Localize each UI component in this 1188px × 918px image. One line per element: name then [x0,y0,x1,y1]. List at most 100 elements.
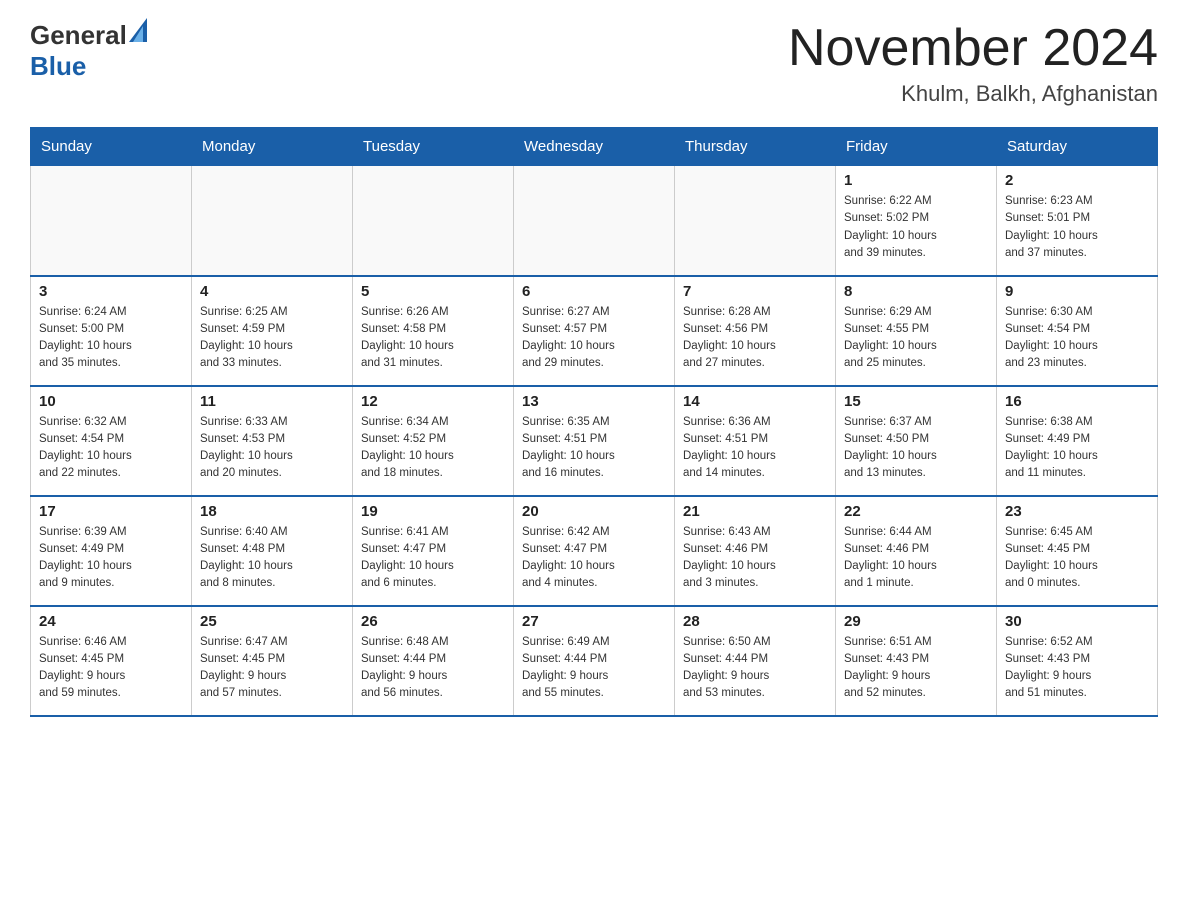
day-of-week-header: Monday [192,128,353,166]
day-of-week-header: Thursday [675,128,836,166]
day-info: Sunrise: 6:26 AM Sunset: 4:58 PM Dayligh… [361,304,505,373]
day-info: Sunrise: 6:51 AM Sunset: 4:43 PM Dayligh… [844,634,988,703]
day-number: 16 [1005,393,1149,410]
calendar-cell: 26Sunrise: 6:48 AM Sunset: 4:44 PM Dayli… [353,606,514,716]
day-info: Sunrise: 6:52 AM Sunset: 4:43 PM Dayligh… [1005,634,1149,703]
day-number: 28 [683,613,827,630]
day-info: Sunrise: 6:35 AM Sunset: 4:51 PM Dayligh… [522,414,666,483]
day-number: 10 [39,393,183,410]
calendar-cell [514,166,675,276]
day-number: 23 [1005,503,1149,520]
day-info: Sunrise: 6:50 AM Sunset: 4:44 PM Dayligh… [683,634,827,703]
calendar-cell: 18 Sunrise: 6:40 AM Sunset: 4:48 PM Dayli… [192,496,353,606]
calendar-week-row: 1Sunrise: 6:22 AM Sunset: 5:02 PM Daylig… [31,166,1158,276]
day-info: Sunrise: 6:42 AM Sunset: 4:47 PM Dayligh… [522,524,666,593]
day-number: 9 [1005,283,1149,300]
calendar-cell: 2 Sunrise: 6:23 AM Sunset: 5:01 PM Daylig… [997,166,1158,276]
day-number: 5 [361,283,505,300]
day-info: Sunrise: 6:40 AM Sunset: 4:48 PM Dayligh… [200,524,344,593]
calendar-cell: 27Sunrise: 6:49 AM Sunset: 4:44 PM Dayli… [514,606,675,716]
calendar-week-row: 3 Sunrise: 6:24 AM Sunset: 5:00 PM Daylig… [31,276,1158,386]
day-info: Sunrise: 6:25 AM Sunset: 4:59 PM Dayligh… [200,304,344,373]
calendar-cell: 6Sunrise: 6:27 AM Sunset: 4:57 PM Daylig… [514,276,675,386]
month-title: November 2024 [788,20,1158,77]
logo-general-text: General [30,20,127,50]
day-info: Sunrise: 6:23 AM Sunset: 5:01 PM Dayligh… [1005,193,1149,262]
calendar-week-row: 24 Sunrise: 6:46 AM Sunset: 4:45 PM Dayli… [31,606,1158,716]
logo-blue-text: Blue [30,51,86,81]
day-number: 13 [522,393,666,410]
day-number: 2 [1005,172,1149,189]
calendar-cell: 21 Sunrise: 6:43 AM Sunset: 4:46 PM Dayli… [675,496,836,606]
calendar-cell: 30 Sunrise: 6:52 AM Sunset: 4:43 PM Dayli… [997,606,1158,716]
day-number: 15 [844,393,988,410]
day-number: 12 [361,393,505,410]
calendar-cell: 8 Sunrise: 6:29 AM Sunset: 4:55 PM Daylig… [836,276,997,386]
day-number: 29 [844,613,988,630]
day-info: Sunrise: 6:36 AM Sunset: 4:51 PM Dayligh… [683,414,827,483]
day-info: Sunrise: 6:27 AM Sunset: 4:57 PM Dayligh… [522,304,666,373]
day-info: Sunrise: 6:44 AM Sunset: 4:46 PM Dayligh… [844,524,988,593]
calendar-cell [192,166,353,276]
day-info: Sunrise: 6:37 AM Sunset: 4:50 PM Dayligh… [844,414,988,483]
day-info: Sunrise: 6:28 AM Sunset: 4:56 PM Dayligh… [683,304,827,373]
day-number: 22 [844,503,988,520]
day-number: 19 [361,503,505,520]
day-info: Sunrise: 6:46 AM Sunset: 4:45 PM Dayligh… [39,634,183,703]
calendar-header-row: SundayMondayTuesdayWednesdayThursdayFrid… [31,128,1158,166]
day-of-week-header: Wednesday [514,128,675,166]
day-of-week-header: Saturday [997,128,1158,166]
day-info: Sunrise: 6:38 AM Sunset: 4:49 PM Dayligh… [1005,414,1149,483]
calendar-cell: 19 Sunrise: 6:41 AM Sunset: 4:47 PM Dayli… [353,496,514,606]
day-of-week-header: Tuesday [353,128,514,166]
day-info: Sunrise: 6:24 AM Sunset: 5:00 PM Dayligh… [39,304,183,373]
calendar-cell: 15 Sunrise: 6:37 AM Sunset: 4:50 PM Dayli… [836,386,997,496]
day-info: Sunrise: 6:47 AM Sunset: 4:45 PM Dayligh… [200,634,344,703]
day-info: Sunrise: 6:30 AM Sunset: 4:54 PM Dayligh… [1005,304,1149,373]
calendar-cell: 14 Sunrise: 6:36 AM Sunset: 4:51 PM Dayli… [675,386,836,496]
calendar-cell [353,166,514,276]
page-header: General Blue November 2024 Khulm, Balkh,… [30,20,1158,107]
day-info: Sunrise: 6:48 AM Sunset: 4:44 PM Dayligh… [361,634,505,703]
calendar-week-row: 10Sunrise: 6:32 AM Sunset: 4:54 PM Dayli… [31,386,1158,496]
day-number: 27 [522,613,666,630]
calendar-cell: 1Sunrise: 6:22 AM Sunset: 5:02 PM Daylig… [836,166,997,276]
day-of-week-header: Sunday [31,128,192,166]
day-number: 14 [683,393,827,410]
day-info: Sunrise: 6:45 AM Sunset: 4:45 PM Dayligh… [1005,524,1149,593]
calendar-cell [31,166,192,276]
day-number: 11 [200,393,344,410]
calendar-cell: 9 Sunrise: 6:30 AM Sunset: 4:54 PM Daylig… [997,276,1158,386]
day-info: Sunrise: 6:33 AM Sunset: 4:53 PM Dayligh… [200,414,344,483]
calendar-cell: 4 Sunrise: 6:25 AM Sunset: 4:59 PM Daylig… [192,276,353,386]
day-number: 7 [683,283,827,300]
calendar-cell: 3 Sunrise: 6:24 AM Sunset: 5:00 PM Daylig… [31,276,192,386]
day-number: 3 [39,283,183,300]
day-info: Sunrise: 6:29 AM Sunset: 4:55 PM Dayligh… [844,304,988,373]
calendar-cell: 7 Sunrise: 6:28 AM Sunset: 4:56 PM Daylig… [675,276,836,386]
day-number: 30 [1005,613,1149,630]
day-info: Sunrise: 6:39 AM Sunset: 4:49 PM Dayligh… [39,524,183,593]
day-number: 24 [39,613,183,630]
calendar-week-row: 17 Sunrise: 6:39 AM Sunset: 4:49 PM Dayli… [31,496,1158,606]
calendar-cell: 10Sunrise: 6:32 AM Sunset: 4:54 PM Dayli… [31,386,192,496]
day-info: Sunrise: 6:41 AM Sunset: 4:47 PM Dayligh… [361,524,505,593]
calendar-cell: 13 Sunrise: 6:35 AM Sunset: 4:51 PM Dayli… [514,386,675,496]
day-number: 4 [200,283,344,300]
calendar-cell: 5 Sunrise: 6:26 AM Sunset: 4:58 PM Daylig… [353,276,514,386]
day-info: Sunrise: 6:22 AM Sunset: 5:02 PM Dayligh… [844,193,988,262]
calendar-cell: 20Sunrise: 6:42 AM Sunset: 4:47 PM Dayli… [514,496,675,606]
day-info: Sunrise: 6:43 AM Sunset: 4:46 PM Dayligh… [683,524,827,593]
calendar-cell: 23 Sunrise: 6:45 AM Sunset: 4:45 PM Dayli… [997,496,1158,606]
calendar-cell: 12 Sunrise: 6:34 AM Sunset: 4:52 PM Dayli… [353,386,514,496]
day-number: 17 [39,503,183,520]
day-number: 21 [683,503,827,520]
day-number: 8 [844,283,988,300]
day-of-week-header: Friday [836,128,997,166]
day-info: Sunrise: 6:34 AM Sunset: 4:52 PM Dayligh… [361,414,505,483]
calendar-cell: 25Sunrise: 6:47 AM Sunset: 4:45 PM Dayli… [192,606,353,716]
calendar-cell: 28 Sunrise: 6:50 AM Sunset: 4:44 PM Dayli… [675,606,836,716]
title-section: November 2024 Khulm, Balkh, Afghanistan [788,20,1158,107]
calendar-cell: 29 Sunrise: 6:51 AM Sunset: 4:43 PM Dayli… [836,606,997,716]
day-number: 18 [200,503,344,520]
